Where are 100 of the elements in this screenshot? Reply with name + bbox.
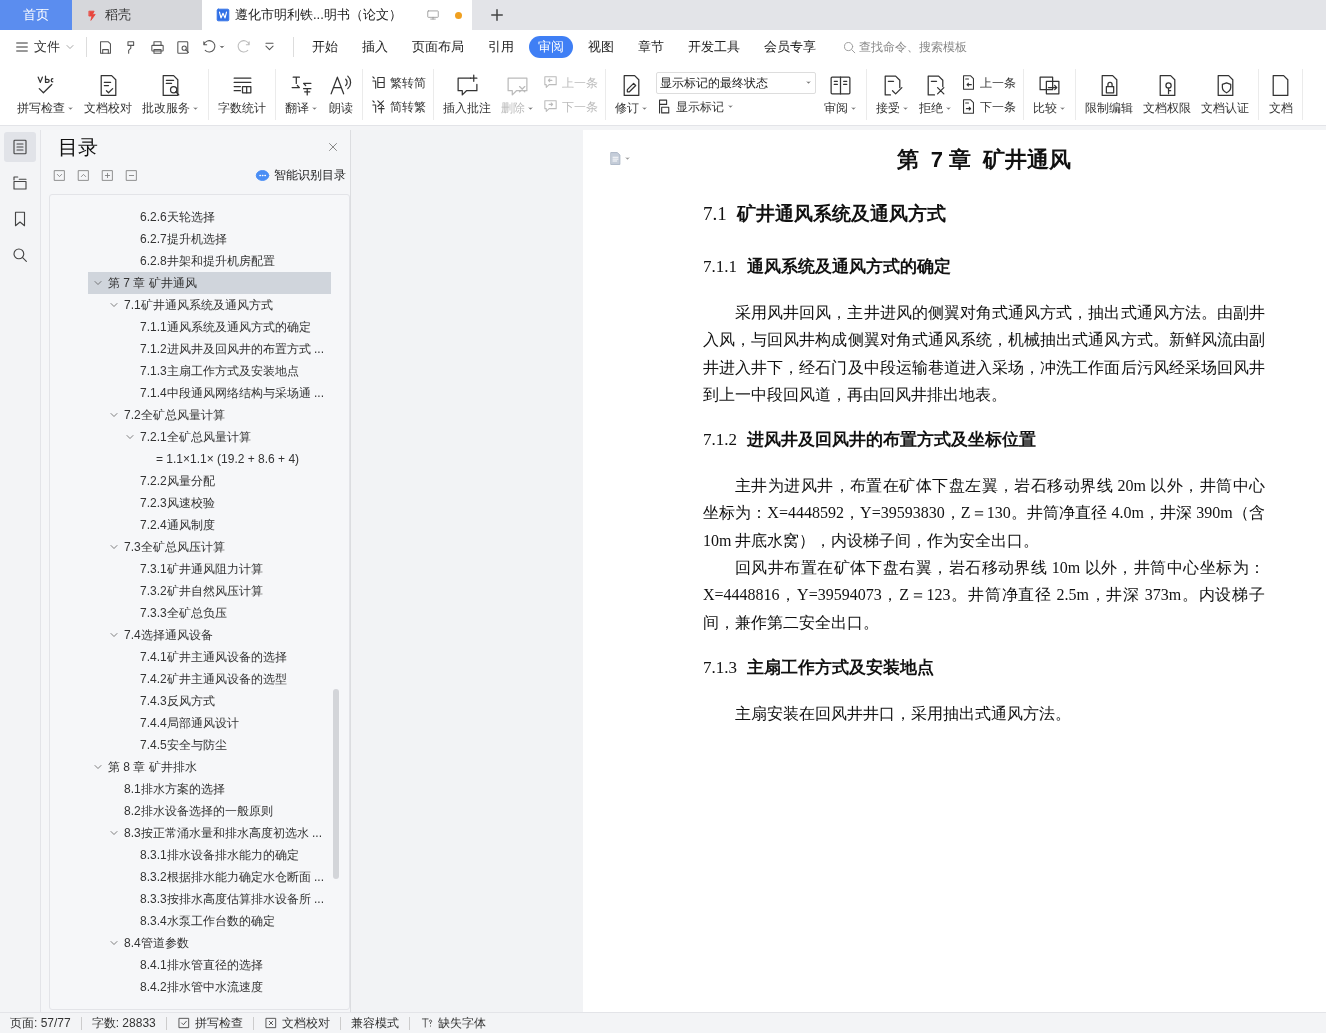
toolbar-button[interactable]: 繁转简	[370, 71, 426, 94]
outline-item[interactable]: 7.1.2进风井及回风井的布置方式 ...	[120, 338, 331, 360]
toolbar-button[interactable]: 下一条	[960, 95, 1016, 118]
toolbar-button[interactable]: 文档权限	[1139, 69, 1195, 120]
ribbon-tab[interactable]: 会员专享	[752, 36, 828, 58]
outline-item[interactable]: 7.4.5安全与防尘	[120, 734, 331, 756]
caret-icon	[727, 103, 734, 110]
outline-item[interactable]: 7.2.2风量分配	[120, 470, 331, 492]
toolbar-button[interactable]: 朗读	[324, 69, 357, 120]
ribbon-tab[interactable]: 章节	[626, 36, 676, 58]
save-icon[interactable]	[97, 38, 114, 56]
toolbar-button[interactable]: 文档校对	[80, 69, 136, 120]
outline-item[interactable]: 7.3.2矿井自然风压计算	[120, 580, 331, 602]
outline-item[interactable]: 第 8 章 矿井排水	[88, 756, 331, 778]
outline-item[interactable]: 7.1.4中段通风网络结构与采场通 ...	[120, 382, 331, 404]
ribbon-tab[interactable]: 开始	[300, 36, 350, 58]
outline-item[interactable]: 7.4.2矿井主通风设备的选型	[120, 668, 331, 690]
caret-icon	[902, 104, 909, 112]
collapse-level-icon[interactable]	[125, 168, 138, 182]
toolbar-button[interactable]: 插入批注	[439, 69, 495, 120]
ribbon-tab[interactable]: 视图	[576, 36, 626, 58]
toolbar-button[interactable]: 接受	[872, 69, 913, 120]
body-paragraph: 采用风井回风，主井进风的侧翼对角式通风方式，抽出式通风方法。由副井入风，与回风井构成侧翼对角式通风系统，机械抽出式通风方式。新鲜风流由副井进入井下，经石门及中段运输巷道进入采场，冲洗工作面后污风经采场回风井到上一中段回风道，再由回风井排出地表。	[703, 303, 1265, 405]
outline-item[interactable]: 7.2.4通风制度	[120, 514, 331, 536]
outline-item[interactable]: 8.3按正常涌水量和排水高度初选水 ...	[104, 822, 331, 844]
toolbar-button[interactable]: 拼写检查	[13, 69, 78, 120]
monitor-icon	[426, 8, 440, 22]
expand-all-icon[interactable]	[53, 168, 66, 182]
outline-item[interactable]: 8.4.2排水管中水流速度	[120, 976, 331, 998]
outline-item[interactable]: 8.2排水设备选择的一般原则	[104, 800, 331, 822]
next-change-icon	[960, 98, 977, 115]
toolbar-button[interactable]: 显示标记	[656, 95, 816, 118]
toolbar-button[interactable]: 审阅	[820, 69, 861, 120]
status-button[interactable]: 文档校对	[253, 1014, 340, 1032]
outline-item[interactable]: 6.2.6天轮选择	[120, 206, 331, 228]
outline-item[interactable]: 7.1.3主扇工作方式及安装地点	[120, 360, 331, 382]
close-icon[interactable]	[326, 140, 340, 154]
toolbar-button[interactable]: 限制编辑	[1081, 69, 1137, 120]
outline-item[interactable]: = 1.1×1.1× (19.2 + 8.6 + 4)	[136, 448, 331, 470]
outline-item[interactable]: 7.1矿井通风系统及通风方式	[104, 294, 331, 316]
expand-level-icon[interactable]	[101, 168, 114, 182]
outline-item[interactable]: 7.4.3反风方式	[120, 690, 331, 712]
outline-item[interactable]: 8.3.4水泵工作台数的确定	[120, 910, 331, 932]
outline-item[interactable]: 7.4.1矿井主通风设备的选择	[120, 646, 331, 668]
caret-icon	[192, 104, 199, 112]
ribbon-tab[interactable]: 开发工具	[676, 36, 752, 58]
ribbon-tab[interactable]: 引用	[476, 36, 526, 58]
new-tab-icon	[488, 6, 506, 24]
section-heading: 主扇工作方式及安装地点	[747, 656, 934, 679]
outline-item[interactable]: 7.3.1矿井通风阻力计算	[120, 558, 331, 580]
outline-item[interactable]: 7.4.4局部通风设计	[120, 712, 331, 734]
ribbon-tab[interactable]: 审阅	[529, 36, 573, 58]
search-field[interactable]: 查找命令、搜索模板	[842, 38, 999, 56]
collapse-all-icon[interactable]	[77, 168, 90, 182]
undo-icon[interactable]	[201, 38, 218, 56]
outline-item[interactable]: 7.2.3风速校验	[120, 492, 331, 514]
outline-item[interactable]: 6.2.7提升机选择	[120, 228, 331, 250]
outline-item[interactable]: 8.3.3按排水高度估算排水设备所 ...	[120, 888, 331, 910]
toolbar-button[interactable]: 修订	[611, 69, 652, 120]
side-panel-button[interactable]	[4, 132, 36, 162]
section-heading: 进风井及回风井的布置方式及坐标位置	[747, 429, 1036, 452]
outline-item[interactable]: 8.3.2根据排水能力确定水仓断面 ...	[120, 866, 331, 888]
toolbar-button[interactable]: 比较	[1029, 69, 1070, 120]
flame-logo-icon	[86, 8, 99, 22]
outline-item[interactable]: 7.1.1通风系统及通风方式的确定	[120, 316, 331, 338]
status-button[interactable]: 缺失字体	[409, 1014, 496, 1032]
file-menu[interactable]: 文件	[14, 37, 76, 57]
outline-item[interactable]: 7.3全矿总风压计算	[104, 536, 331, 558]
outline-item[interactable]: 7.2全矿总风量计算	[104, 404, 331, 426]
document-tab[interactable]: 遵化市明利铁...明书（论文）	[202, 0, 472, 30]
toolbar-button[interactable]: 拒绝	[915, 69, 956, 120]
status-text: 字数: 28833	[90, 1015, 157, 1032]
search-icon	[11, 246, 29, 264]
toolbar-button[interactable]: 翻译	[281, 69, 322, 120]
heading-number: 7.1	[703, 202, 727, 226]
toolbar-button[interactable]: 批改服务	[138, 69, 203, 120]
ribbon-tab[interactable]: 页面布局	[400, 36, 476, 58]
toolbar-button[interactable]: 字数统计	[214, 69, 270, 120]
toolbar-button[interactable]: 简转繁	[370, 95, 426, 118]
outline-item[interactable]: 7.4选择通风设备	[104, 624, 331, 646]
scrollbar[interactable]	[333, 689, 339, 879]
smart-toc-button[interactable]: 智能识别目录	[255, 166, 346, 184]
outline-item[interactable]: 8.3.1排水设备排水能力的确定	[120, 844, 331, 866]
toolbar-button[interactable]: 文档	[1264, 69, 1297, 120]
print-preview-icon[interactable]	[175, 38, 192, 56]
markup-view-select[interactable]: 显示标记的最终状态	[656, 71, 816, 94]
toolbar-button[interactable]: 上一条	[960, 71, 1016, 94]
toolbar-button[interactable]: 文档认证	[1197, 69, 1253, 120]
outline-item[interactable]: 7.2.1全矿总风量计算	[120, 426, 331, 448]
status-button[interactable]: 拼写检查	[166, 1014, 253, 1032]
outline-item[interactable]: 第 7 章 矿井通风	[88, 272, 331, 294]
body-paragraph: 主井为进风井，布置在矿体下盘左翼，岩石移动界线 20m 以外，井筒中心坐标为：X=4448592，Y=39593830，Z＝130。井筒净直径 4.0m，井深 390m（含10m 井底水窝），内设梯子间，作为安全出口。	[703, 476, 1265, 551]
outline-item[interactable]: 6.2.8井架和提升机房配置	[120, 250, 331, 272]
outline-item[interactable]: 8.4管道参数	[104, 932, 331, 954]
app-tab[interactable]: 稻壳	[72, 0, 202, 30]
outline-item[interactable]: 8.1排水方案的选择	[104, 778, 331, 800]
outline-item[interactable]: 8.4.1排水管直径的选择	[120, 954, 331, 976]
print-icon[interactable]	[149, 38, 166, 56]
outline-item[interactable]: 7.3.3全矿总负压	[120, 602, 331, 624]
ribbon-tab[interactable]: 插入	[350, 36, 400, 58]
